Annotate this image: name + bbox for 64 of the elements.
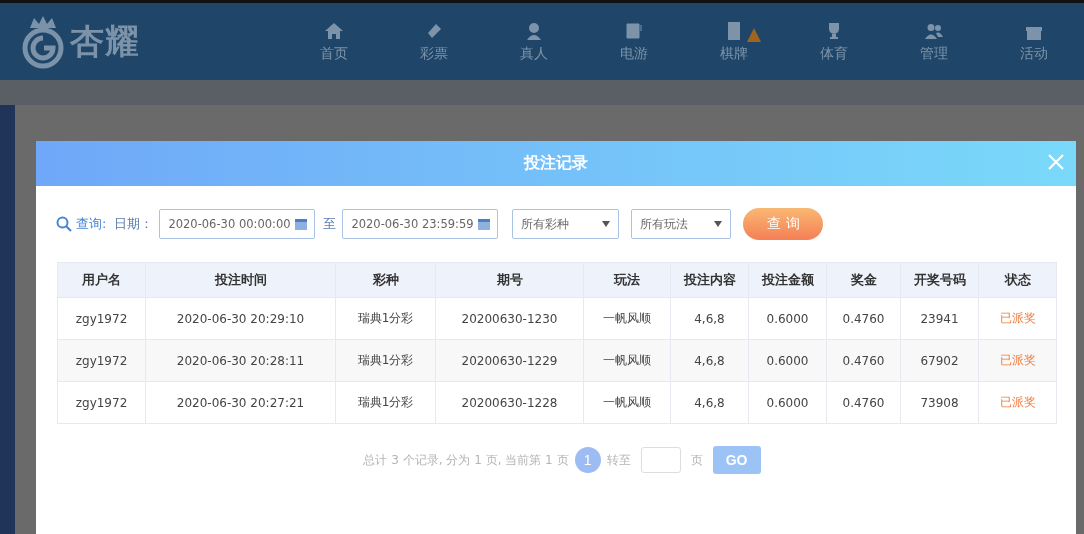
column-header: 投注时间 [146, 263, 336, 297]
play-dropdown[interactable]: 所有玩法 [631, 209, 732, 239]
search-icon [56, 216, 72, 232]
page-unit-label: 页 [690, 451, 703, 469]
page-input[interactable] [640, 447, 681, 473]
status-text: 已派奖 [998, 352, 1037, 369]
nav-item[interactable]: 电游 [584, 20, 684, 63]
table-cell: 0.4760 [827, 382, 901, 423]
table-cell: 瑞典1分彩 [336, 340, 436, 381]
table-cell: 0.6000 [749, 340, 827, 381]
table-cell: 4,6,8 [671, 382, 749, 423]
calendar-icon [477, 217, 492, 231]
close-button[interactable] [1048, 154, 1064, 170]
table-cell: 瑞典1分彩 [336, 382, 436, 423]
caret-icon [602, 221, 611, 227]
pagination-summary: 总计 3 个记录, 分为 1 页, 当前第 1 页 [363, 451, 569, 469]
nav-item[interactable]: 体育 [784, 20, 884, 63]
page-number-button[interactable]: 1 [574, 447, 601, 473]
goto-label: 转至 [606, 451, 631, 469]
calendar-icon [294, 217, 309, 231]
dialog-title: 投注记录 [524, 153, 588, 174]
end-date-field[interactable]: 2020-06-30 23:59:59 [342, 209, 499, 239]
table-cell: 2020-06-30 20:27:21 [146, 382, 336, 423]
table-cell: zgy1972 [58, 340, 146, 381]
table-cell: 一帆风顺 [584, 340, 671, 381]
table-cell: 73908 [901, 382, 979, 423]
nav-item[interactable]: 首页 [284, 20, 384, 63]
nav-item[interactable]: 彩票 [384, 20, 484, 63]
status-text: 已派奖 [998, 394, 1037, 411]
table-cell: 0.4760 [827, 340, 901, 381]
table-cell: 20200630-1229 [436, 340, 584, 381]
to-label: 至 [323, 215, 337, 233]
nav-item[interactable]: 棋牌 [684, 20, 784, 63]
column-header: 开奖号码 [901, 263, 979, 297]
slot-icon [624, 20, 644, 41]
nav-item[interactable]: 真人 [484, 20, 584, 63]
table-cell: 20200630-1228 [436, 382, 584, 423]
caret-icon [714, 221, 723, 227]
start-date-field[interactable]: 2020-06-30 00:00:00 [159, 209, 316, 239]
person-icon [524, 20, 544, 41]
lottery-dropdown[interactable]: 所有彩种 [512, 209, 620, 239]
date-label: 日期： [114, 215, 154, 233]
home-icon [324, 20, 344, 41]
column-header: 投注金额 [749, 263, 827, 297]
column-header: 投注内容 [671, 263, 749, 297]
table-cell: 0.6000 [749, 382, 827, 423]
table-cell: zgy1972 [58, 382, 146, 423]
column-header: 期号 [436, 263, 584, 297]
logo-text: 杏耀 [70, 19, 140, 63]
column-header: 奖金 [827, 263, 901, 297]
status-text: 已派奖 [998, 310, 1037, 327]
go-button[interactable]: GO [712, 446, 761, 474]
column-header: 状态 [1003, 271, 1032, 289]
nav-item[interactable]: 活动 [984, 20, 1084, 63]
table-cell: 2020-06-30 20:28:11 [146, 340, 336, 381]
query-button[interactable]: 查 询 [743, 208, 824, 240]
column-header: 用户名 [58, 263, 146, 297]
nav-item[interactable]: 管理 [884, 20, 984, 63]
table-cell: 4,6,8 [671, 340, 749, 381]
column-header: 玩法 [584, 263, 671, 297]
column-header: 彩种 [336, 263, 436, 297]
query-label: 查询: [76, 215, 107, 233]
table-cell: 一帆风顺 [584, 382, 671, 423]
table-cell: 67902 [901, 340, 979, 381]
